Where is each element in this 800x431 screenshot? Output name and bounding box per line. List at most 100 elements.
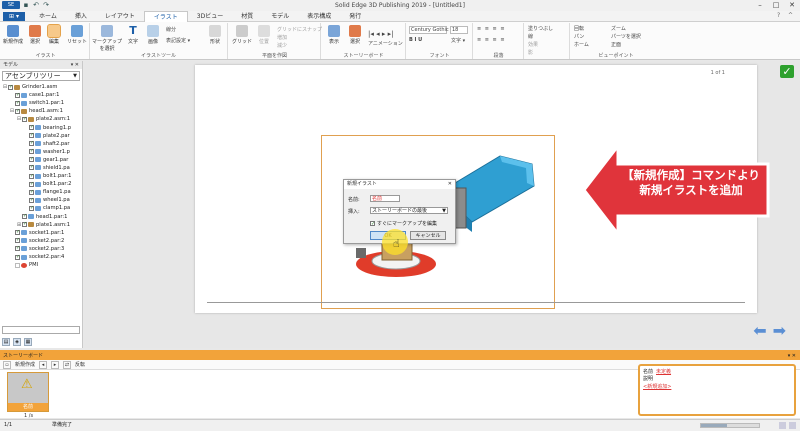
dialog-close-icon[interactable]: ✕ — [448, 180, 452, 189]
tab-3d-view[interactable]: 3Dビュー — [188, 11, 232, 22]
fit-view-icon[interactable] — [779, 422, 786, 429]
next-button[interactable]: ▸ — [51, 360, 60, 369]
tree-item[interactable]: ⊟head1.asm:1 — [0, 107, 82, 115]
visibility-checkbox[interactable] — [15, 107, 20, 115]
tab-display-config[interactable]: 表示構成 — [298, 11, 340, 22]
visibility-checkbox[interactable] — [15, 228, 20, 236]
reset-illustration-button[interactable]: リセット — [66, 25, 88, 45]
edit-illustration-button[interactable]: 編集 — [45, 24, 63, 45]
visibility-checkbox[interactable] — [29, 188, 34, 196]
visibility-checkbox[interactable] — [29, 131, 34, 139]
visibility-checkbox[interactable] — [15, 244, 20, 252]
font-size-select[interactable]: 18 — [450, 26, 468, 34]
close-button[interactable]: ✕ — [784, 0, 800, 10]
fill-dropdown[interactable]: 塗りつぶし — [528, 25, 553, 32]
tree-type-select[interactable]: アセンブリツリー ▼ — [2, 71, 80, 81]
visibility-checkbox[interactable] — [15, 91, 20, 99]
tree-item[interactable]: socket2.par:4 — [0, 253, 82, 261]
tree-item[interactable]: case1.par:1 — [0, 91, 82, 99]
visibility-checkbox[interactable] — [15, 262, 20, 268]
visibility-checkbox[interactable] — [29, 147, 34, 155]
tab-publish[interactable]: 発行 — [340, 11, 370, 22]
tree-search-input[interactable] — [2, 326, 80, 334]
tree-item[interactable]: shaft2.par — [0, 139, 82, 148]
maximize-button[interactable]: □ — [768, 0, 784, 10]
cancel-button[interactable]: キャンセル — [410, 231, 446, 240]
new-illustration-button[interactable]: 新規作成 — [2, 25, 24, 45]
home-button[interactable]: ホーム — [574, 41, 589, 48]
storyboard-thumbnail[interactable]: ⚠ 名前 — [7, 372, 49, 412]
pan-button[interactable]: パン — [574, 33, 584, 40]
new-slide-icon[interactable]: ▫ — [3, 360, 11, 369]
tree-item[interactable]: bolt1.par:1 — [0, 172, 82, 180]
zoom-slider[interactable] — [700, 423, 760, 428]
tree-item[interactable]: flange1.pa — [0, 188, 82, 196]
tree-item[interactable]: ⊞plate1.asm:1 — [0, 220, 82, 229]
visibility-checkbox[interactable] — [22, 115, 27, 123]
tree-item[interactable]: ⊟plate2.asm:1 — [0, 115, 82, 123]
fullscreen-icon[interactable] — [789, 422, 796, 429]
tree-item[interactable]: clamp1.pa — [0, 204, 82, 212]
help-icon[interactable]: ? — [777, 12, 785, 20]
storyboard-select-button[interactable]: 選択 — [346, 25, 364, 45]
tab-material[interactable]: 材質 — [232, 11, 262, 22]
tab-layout[interactable]: レイアウト — [96, 11, 144, 22]
confirm-check-icon[interactable]: ✓ — [780, 65, 794, 78]
tree-item[interactable]: wheel1.pa — [0, 196, 82, 204]
tree-item[interactable]: gear1.par — [0, 155, 82, 164]
effect-dropdown[interactable]: 効果 — [528, 41, 538, 48]
rotate-button[interactable]: 回転 — [574, 25, 584, 32]
minimize-button[interactable]: – — [752, 0, 768, 10]
select-illustration-button[interactable]: 選択 — [26, 25, 44, 45]
tree-item[interactable]: washer1.p — [0, 147, 82, 156]
select-parts-button[interactable]: パーツを選択 — [611, 33, 641, 40]
text-style-dropdown[interactable]: 文字 ▾ — [451, 37, 465, 44]
tree-item[interactable]: bolt1.par:2 — [0, 180, 82, 188]
tree-item[interactable]: bearing1.p — [0, 123, 82, 131]
align-buttons[interactable]: ≡ ≡ ≡ ≡ — [477, 26, 506, 32]
visibility-checkbox[interactable] — [29, 172, 34, 180]
visibility-checkbox[interactable] — [8, 83, 13, 91]
line-tool[interactable]: 線分 — [166, 26, 176, 33]
tree-item[interactable]: socket1.par:1 — [0, 228, 82, 237]
font-style-buttons[interactable]: B I U — [409, 37, 422, 43]
tree-item[interactable]: ⊟Grinder1.asm — [0, 83, 82, 91]
visibility-checkbox[interactable] — [29, 139, 34, 147]
tab-illustration[interactable]: イラスト — [143, 11, 188, 22]
arrow-left-icon[interactable]: ⬅ — [753, 323, 766, 339]
playback-controls[interactable]: |◂ ◂ ▸ ▸| — [368, 30, 393, 38]
tab-insert[interactable]: 挿入 — [66, 11, 96, 22]
markup-select-button[interactable]: マークアップを選択 — [92, 25, 122, 52]
panel-pin-icon[interactable]: ▾ ✕ — [71, 61, 79, 69]
visibility-checkbox[interactable] — [15, 253, 20, 261]
previous-button[interactable]: ◂ — [39, 360, 48, 369]
panel-pin-icon[interactable]: ▾ ✕ — [788, 352, 796, 360]
tree-item[interactable]: PMI — [0, 261, 82, 269]
assembly-tree-icon[interactable]: ▤ — [2, 338, 10, 346]
visibility-checkbox[interactable] — [29, 204, 34, 212]
snap-to-grid-toggle[interactable]: グリッドにスナップ — [277, 26, 322, 33]
text-button[interactable]: T 文字 — [124, 25, 142, 46]
visibility-checkbox[interactable] — [22, 220, 27, 228]
tab-home[interactable]: ホーム — [30, 11, 66, 22]
visibility-checkbox[interactable] — [29, 180, 34, 188]
invert-button[interactable]: 反転 — [75, 361, 85, 368]
tree-item[interactable]: head1.par:1 — [0, 212, 82, 221]
line-dropdown[interactable]: 線 — [528, 33, 533, 40]
tree-item[interactable]: plate2.par — [0, 131, 82, 140]
tree-item[interactable]: socket2.par:2 — [0, 236, 82, 245]
display-button[interactable]: 表示 — [324, 25, 344, 45]
decrease-button[interactable]: 減少 — [277, 42, 287, 49]
valign-buttons[interactable]: ≡ ≡ ≡ ≡ — [477, 37, 506, 43]
notation-settings-dropdown[interactable]: 表記設定 ▾ — [166, 37, 190, 44]
insert-position-select[interactable]: ストーリーボードの最後 ▼ — [370, 207, 448, 214]
zoom-button[interactable]: ズーム — [611, 25, 626, 32]
file-menu-button[interactable]: ⊞ ▾ — [3, 12, 25, 21]
name-input[interactable]: 名前 — [370, 195, 400, 202]
visibility-checkbox[interactable] — [22, 212, 27, 220]
flip-icon[interactable]: ⇄ — [63, 360, 72, 369]
storyboard-new-button[interactable]: 新規作成 — [15, 361, 35, 368]
collapse-ribbon-icon[interactable]: ^ — [788, 12, 796, 20]
font-name-select[interactable]: Century Gothic — [409, 26, 449, 34]
parts-icon[interactable]: ▦ — [24, 338, 32, 346]
